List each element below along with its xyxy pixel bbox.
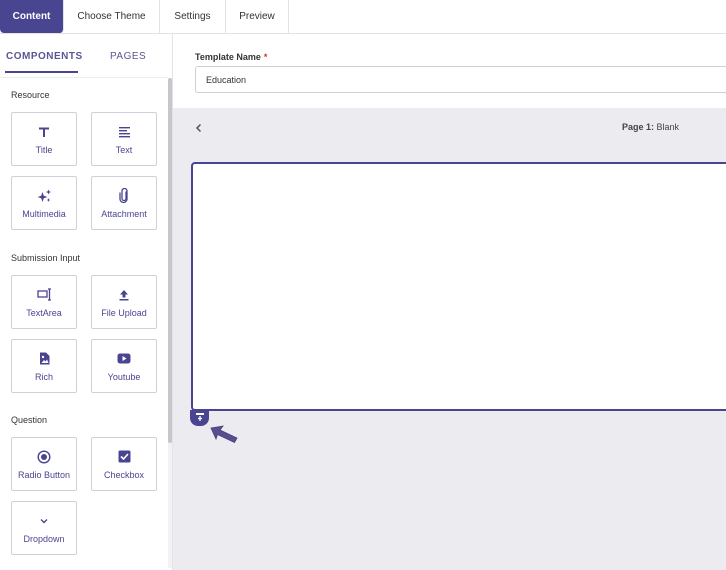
component-file-upload-label: File Upload [101,307,147,318]
components-sidebar: COMPONENTS PAGES Resource Title Text Mul… [0,34,173,570]
component-multimedia-label: Multimedia [22,208,66,219]
radio-icon [37,449,51,465]
page-indicator: Page 1: Blank [622,122,679,132]
page-indicator-name: Blank [656,122,680,132]
sparkles-icon [37,188,52,204]
tab-content[interactable]: Content [0,0,64,33]
tab-settings[interactable]: Settings [160,0,226,33]
component-radio-button[interactable]: Radio Button [11,437,77,491]
tab-settings-label: Settings [174,11,211,22]
component-checkbox[interactable]: Checkbox [91,437,157,491]
component-text-label: Text [115,144,133,155]
checkbox-icon [118,449,131,465]
component-youtube[interactable]: Youtube [91,339,157,393]
template-name-label-text: Template Name [195,52,261,62]
pointer-arrow-icon [209,424,241,446]
component-attachment[interactable]: Attachment [91,176,157,230]
template-name-input[interactable] [195,66,726,93]
component-checkbox-label: Checkbox [103,469,145,480]
subtab-divider [0,77,168,78]
component-rich-label: Rich [34,371,53,382]
sidebar-scrollbar[interactable] [168,78,172,568]
component-textarea-label: TextArea [26,307,62,318]
template-name-section: Template Name * [173,34,726,108]
component-dropdown[interactable]: Dropdown [11,501,77,555]
youtube-icon [117,351,131,367]
component-multimedia[interactable]: Multimedia [11,176,77,230]
required-asterisk: * [263,52,268,62]
template-name-label: Template Name * [195,52,267,62]
subtab-pages[interactable]: PAGES [110,51,146,62]
rich-image-file-icon [39,351,50,367]
textarea-cursor-icon [36,287,52,303]
title-T-icon [38,124,50,140]
insert-section-icon [195,409,205,427]
component-dropdown-label: Dropdown [23,533,65,544]
component-textarea[interactable]: TextArea [11,275,77,329]
component-radio-button-label: Radio Button [17,469,71,480]
tab-preview[interactable]: Preview [226,0,289,33]
previous-page-chevron-icon[interactable] [193,121,205,133]
component-file-upload[interactable]: File Upload [91,275,157,329]
section-submission-input-title: Submission Input [11,253,81,263]
top-tab-bar: Content Choose Theme Settings Preview [0,0,726,34]
paperclip-icon [119,188,129,204]
tab-content-label: Content [12,11,51,22]
section-question-title: Question [11,415,48,425]
tab-choose-theme-label: Choose Theme [77,11,146,22]
sidebar-scroll-thumb[interactable] [168,78,172,443]
component-title[interactable]: Title [11,112,77,166]
active-subtab-indicator [5,71,78,73]
tab-choose-theme[interactable]: Choose Theme [64,0,160,33]
text-lines-icon [118,124,131,140]
component-rich[interactable]: Rich [11,339,77,393]
chevron-down-icon [39,513,49,529]
section-resource-title: Resource [11,90,50,100]
subtab-components[interactable]: COMPONENTS [6,51,83,62]
editor-main: Template Name* Page 1: Blank [173,34,726,570]
tab-preview-label: Preview [239,11,275,22]
upload-icon [118,287,130,303]
add-section-handle[interactable] [190,410,209,426]
component-title-label: Title [35,144,53,155]
component-attachment-label: Attachment [101,208,147,219]
component-text[interactable]: Text [91,112,157,166]
component-youtube-label: Youtube [107,371,141,382]
page-indicator-prefix: Page 1: [622,122,655,132]
page-canvas[interactable] [191,162,726,411]
